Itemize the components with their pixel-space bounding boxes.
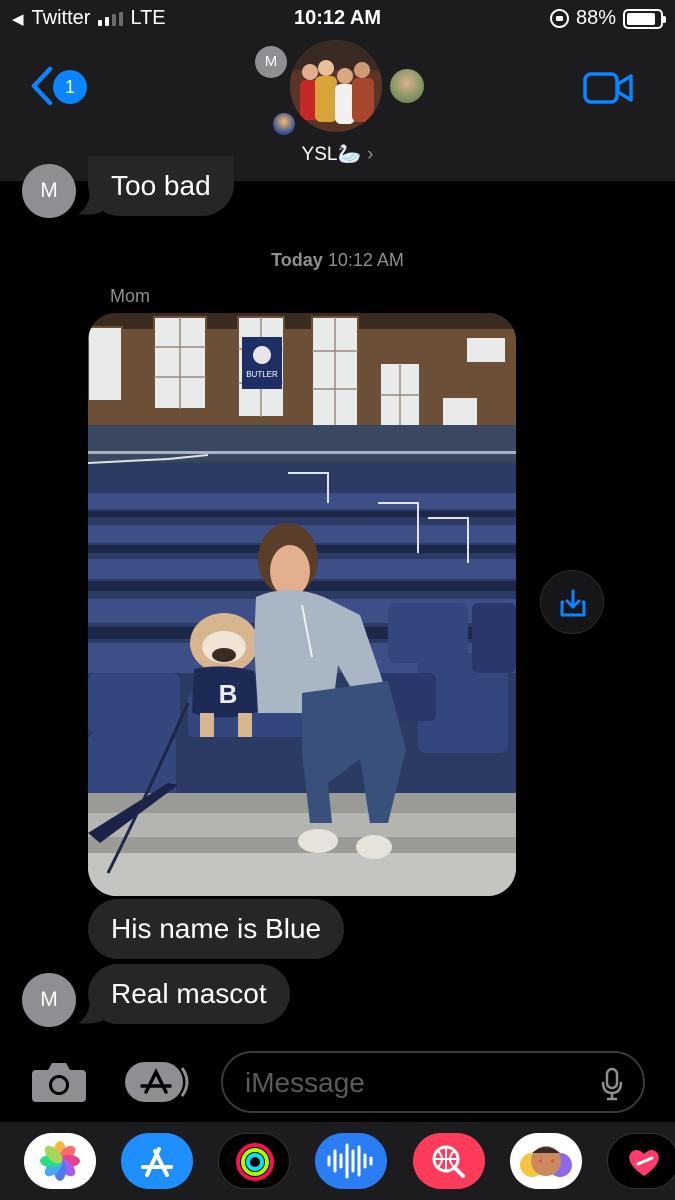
member-avatar-initial: M xyxy=(255,46,287,78)
photos-flower-icon xyxy=(40,1141,80,1181)
app-store-drawer-button[interactable] xyxy=(124,1060,190,1104)
photo-attachment[interactable]: BUTLER B xyxy=(88,313,516,896)
conversation-header: ◀ Twitter LTE 10:12 AM 88% 1 M YSL🦢 › xyxy=(0,0,675,181)
message-bubble[interactable]: Too bad xyxy=(88,156,234,216)
camera-icon[interactable] xyxy=(30,1060,88,1104)
battery-icon xyxy=(623,8,666,29)
status-right: 88% xyxy=(549,7,666,30)
app-store-glyph xyxy=(141,1147,173,1177)
audio-message-icon[interactable] xyxy=(315,1133,387,1189)
sender-avatar[interactable]: M xyxy=(22,973,76,1027)
timestamp-time: 10:12 AM xyxy=(327,250,404,270)
digital-touch-icon[interactable] xyxy=(607,1133,675,1189)
orientation-lock-icon xyxy=(549,9,569,28)
message-timestamp: Today 10:12 AM xyxy=(0,250,675,271)
timestamp-day: Today xyxy=(271,250,323,270)
member-avatar-photo xyxy=(390,69,424,103)
memoji-icon[interactable] xyxy=(510,1133,582,1189)
app-drawer xyxy=(0,1122,675,1200)
facetime-video-icon[interactable] xyxy=(582,70,634,106)
chevron-right-icon: › xyxy=(367,144,374,165)
status-bar: ◀ Twitter LTE 10:12 AM 88% xyxy=(0,0,675,38)
globe-search-icon xyxy=(432,1145,465,1178)
download-icon xyxy=(560,589,586,617)
activity-icon[interactable] xyxy=(218,1133,290,1189)
group-photo-image xyxy=(290,40,382,132)
photos-icon[interactable] xyxy=(24,1133,96,1189)
app-store-icon[interactable] xyxy=(121,1133,193,1189)
battery-percent: 88% xyxy=(575,7,616,29)
heart-icon xyxy=(629,1150,659,1176)
imessage-input[interactable]: iMessage xyxy=(221,1051,645,1113)
message-bubble[interactable]: Real mascot xyxy=(88,964,290,1024)
battery-fill xyxy=(627,12,656,25)
message-bubble[interactable]: His name is Blue xyxy=(88,899,345,959)
activity-rings xyxy=(236,1143,274,1181)
microphone-icon[interactable] xyxy=(601,1067,623,1101)
save-to-photos-button[interactable] xyxy=(540,570,604,634)
sender-name: Mom xyxy=(110,286,150,306)
arena-photo-image: BUTLER B xyxy=(88,313,516,896)
unread-count-badge[interactable]: 1 xyxy=(53,70,87,104)
memoji-faces xyxy=(520,1146,572,1177)
group-photo-avatar[interactable] xyxy=(290,40,382,132)
svg-text:B: B xyxy=(219,679,238,709)
back-chevron-icon[interactable] xyxy=(30,66,54,106)
banner-text: BUTLER xyxy=(246,370,278,379)
waveform-icon xyxy=(327,1143,373,1179)
group-name-label: YSL🦢 xyxy=(301,144,362,165)
search-images-icon[interactable] xyxy=(413,1133,485,1189)
bubble-tail xyxy=(78,194,102,215)
sender-avatar[interactable]: M xyxy=(22,164,76,218)
member-avatar-photo-small xyxy=(273,113,295,135)
imessage-placeholder: iMessage xyxy=(245,1067,365,1098)
